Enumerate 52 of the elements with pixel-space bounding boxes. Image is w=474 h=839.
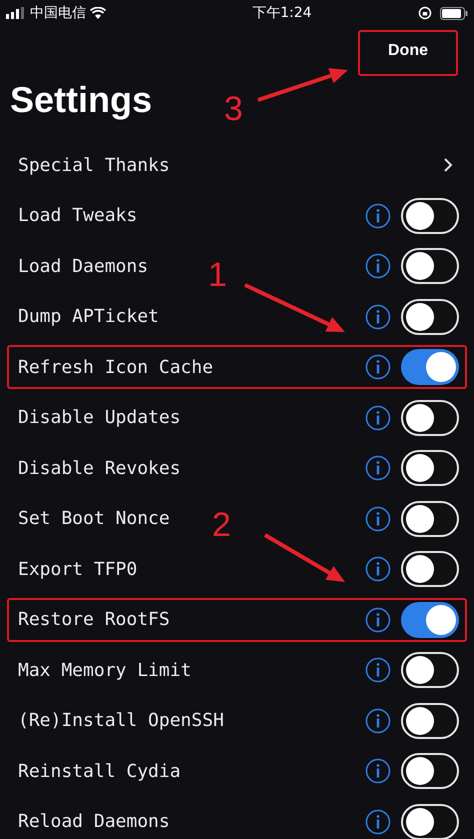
- info-icon[interactable]: [365, 253, 391, 280]
- toggle-switch[interactable]: [401, 450, 459, 486]
- toggle-switch[interactable]: [401, 652, 459, 688]
- toggle-switch[interactable]: [401, 349, 459, 386]
- row-label: (Re)Install OpenSSH: [18, 709, 224, 734]
- annotation-number: 1: [208, 258, 227, 292]
- annotation-number: 2: [212, 508, 231, 542]
- info-icon[interactable]: [365, 404, 391, 431]
- toggle-switch[interactable]: [401, 602, 459, 638]
- toggle-switch[interactable]: [401, 753, 459, 790]
- toggle-switch[interactable]: [401, 400, 459, 436]
- row-label: Refresh Icon Cache: [18, 356, 214, 380]
- row-label: Max Memory Limit: [18, 658, 192, 683]
- toggle-switch[interactable]: [401, 248, 459, 284]
- row-label: Disable Updates: [18, 406, 181, 430]
- row-label: Export TFP0: [18, 558, 138, 582]
- row-label: Disable Revokes: [18, 456, 181, 481]
- info-icon[interactable]: [365, 556, 391, 582]
- info-icon[interactable]: [365, 455, 391, 482]
- info-icon[interactable]: [365, 808, 391, 835]
- row-label: Special Thanks: [18, 154, 170, 178]
- row-label: Dump APTicket: [18, 305, 159, 330]
- annotation-number: 3: [224, 92, 243, 126]
- page-title: Settings: [10, 78, 152, 122]
- wifi-icon: [90, 7, 106, 19]
- row-label: Restore RootFS: [18, 608, 170, 632]
- done-button[interactable]: Done: [358, 30, 458, 76]
- row-label: Load Daemons: [18, 254, 148, 279]
- clock-time: 下午1:24: [252, 4, 312, 22]
- info-icon[interactable]: [365, 304, 391, 330]
- toggle-switch[interactable]: [401, 500, 459, 537]
- info-icon[interactable]: [365, 657, 391, 684]
- toggle-switch[interactable]: [401, 702, 459, 739]
- info-icon[interactable]: [365, 354, 391, 380]
- chevron-right-icon: [443, 157, 453, 174]
- row-label: Reinstall Cydia: [18, 760, 181, 784]
- battery-icon: [440, 6, 468, 20]
- toggle-switch[interactable]: [401, 198, 459, 234]
- toggle-switch[interactable]: [401, 804, 459, 839]
- row-label: Reload Daemons: [18, 810, 170, 834]
- row-label: Set Boot Nonce: [18, 507, 170, 532]
- rotation-lock-icon: [418, 6, 432, 20]
- info-icon[interactable]: [365, 506, 391, 532]
- row-label: Load Tweaks: [18, 204, 138, 228]
- info-icon[interactable]: [365, 708, 391, 734]
- info-icon[interactable]: [365, 758, 391, 784]
- toggle-switch[interactable]: [401, 551, 459, 588]
- carrier-name: 中国电信: [30, 4, 86, 22]
- toggle-switch[interactable]: [401, 298, 459, 335]
- info-icon[interactable]: [365, 606, 391, 633]
- signal-icon: [6, 7, 26, 19]
- info-icon[interactable]: [365, 202, 391, 229]
